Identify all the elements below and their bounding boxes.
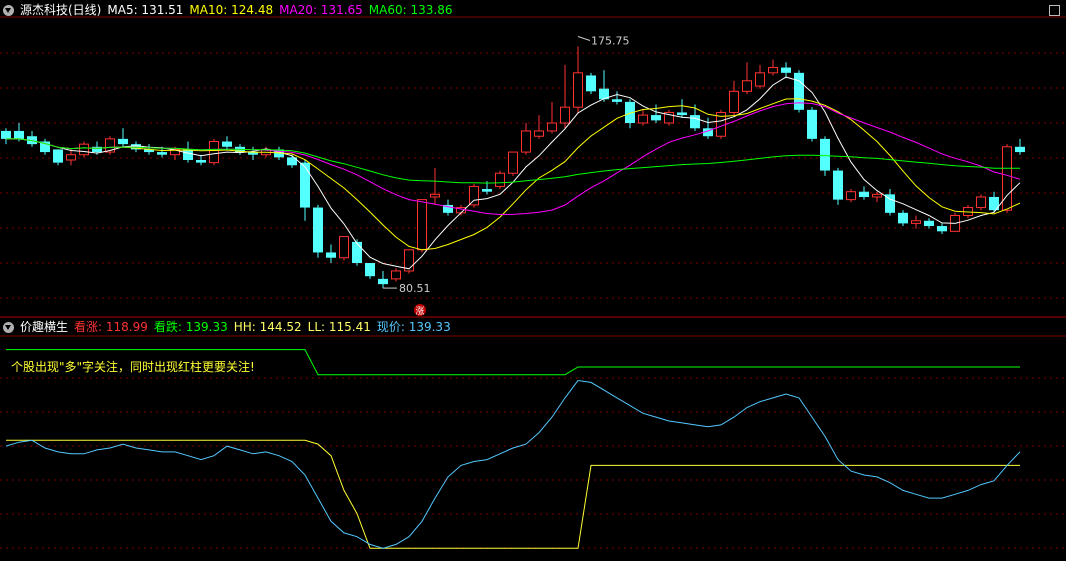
candle-body-down — [820, 138, 830, 171]
annotation-text: 个股出现"多"字关注，同时出现红柱更要关注! — [11, 360, 255, 374]
maximize-icon[interactable] — [1049, 5, 1060, 16]
candle-body-down — [53, 149, 63, 163]
candle-body-up — [66, 154, 76, 161]
candle-body-down — [222, 141, 232, 147]
candle-body-up — [417, 199, 427, 251]
candle-body-up — [521, 130, 531, 153]
candle-body-down — [586, 75, 596, 92]
ma5-label: MA5: 131.51 — [107, 3, 184, 17]
candle-body-down — [326, 252, 336, 258]
candle-body-down — [612, 99, 622, 102]
candle-body-down — [781, 67, 791, 73]
candle-body-up — [391, 270, 401, 280]
kandie-label: 看跌: 139.33 — [153, 320, 228, 334]
candle-body-down — [482, 189, 492, 192]
candle-body-up — [508, 151, 518, 174]
candle-body-up — [534, 130, 544, 137]
candle-body-up — [573, 72, 583, 108]
candle-body-up — [846, 191, 856, 201]
candle-body-up — [209, 141, 219, 164]
candle-body-up — [872, 193, 882, 198]
candle-body-up — [911, 220, 921, 224]
grid-lines — [0, 16, 1066, 549]
candle-body-up — [469, 185, 479, 206]
candle-body-up — [1002, 146, 1012, 211]
candle-body-up — [547, 122, 557, 132]
candle-body-down — [1015, 146, 1025, 153]
candle-body-down — [651, 115, 661, 121]
candle-body-up — [430, 193, 440, 198]
indicator-header: 价趣横生 看涨: 118.99 看跌: 139.33 HH: 144.52 LL… — [0, 318, 457, 336]
candle-body-up — [976, 196, 986, 209]
candle-body-down — [898, 212, 908, 224]
candle-body-down — [690, 115, 700, 129]
candle-body-up — [755, 72, 765, 87]
candle-body-down — [14, 130, 24, 139]
candle-body-down — [924, 220, 934, 227]
price-line — [5, 379, 1021, 549]
candle-body-up — [742, 80, 752, 92]
ma60-label: MA60: 133.86 — [368, 3, 453, 17]
candle-body-down — [183, 149, 193, 160]
candle-body-down — [1, 130, 11, 139]
candle-body-down — [807, 109, 817, 139]
ma10-label: MA10: 124.48 — [189, 3, 274, 17]
candle-body-down — [157, 152, 167, 155]
candle-body-down — [196, 160, 206, 163]
chevron-down-icon[interactable] — [3, 4, 14, 16]
high-label: 175.75 — [591, 35, 630, 48]
ll-label: LL: 115.41 — [307, 320, 371, 334]
indicator-name: 价趣横生 — [20, 320, 69, 334]
candlestick-series — [1, 46, 1025, 289]
candle-body-down — [833, 170, 843, 200]
candle-body-down — [378, 278, 388, 285]
hh-label: HH: 144.52 — [233, 320, 302, 334]
candle-body-down — [300, 162, 310, 208]
main-chart-header: 源杰科技(日线) MA5: 131.51 MA10: 124.48 MA20: … — [0, 1, 458, 19]
candle-body-down — [118, 138, 128, 145]
candle-body-down — [365, 263, 375, 277]
candle-body-up — [729, 90, 739, 113]
candle-body-down — [794, 72, 804, 110]
candle-body-down — [677, 112, 687, 116]
chart-canvas: 175.75 80.51 涨 — [0, 16, 1066, 549]
indicator-series — [5, 349, 1021, 549]
candle-body-down — [92, 146, 102, 153]
price-label: 现价: 139.33 — [376, 320, 451, 334]
high-pointer — [577, 36, 591, 41]
candle-body-down — [313, 207, 323, 253]
candle-body-down — [352, 241, 362, 264]
ll-line — [6, 439, 1020, 549]
candle-body-up — [79, 143, 89, 156]
candle-body-down — [859, 191, 869, 197]
low-label: 80.51 — [399, 282, 431, 295]
chevron-down-icon[interactable] — [3, 321, 14, 333]
rise-marker-label: 涨 — [415, 306, 424, 317]
candle-body-up — [339, 236, 349, 259]
ma20-label: MA20: 131.65 — [279, 3, 363, 17]
candle-body-up — [638, 114, 648, 124]
candle-body-down — [937, 226, 947, 232]
kanzhang-label: 看涨: 118.99 — [74, 320, 148, 334]
candle-body-up — [560, 106, 570, 124]
stock-name: 源杰科技(日线) — [20, 3, 102, 17]
candle-body-up — [495, 172, 505, 187]
candle-body-up — [768, 67, 778, 74]
